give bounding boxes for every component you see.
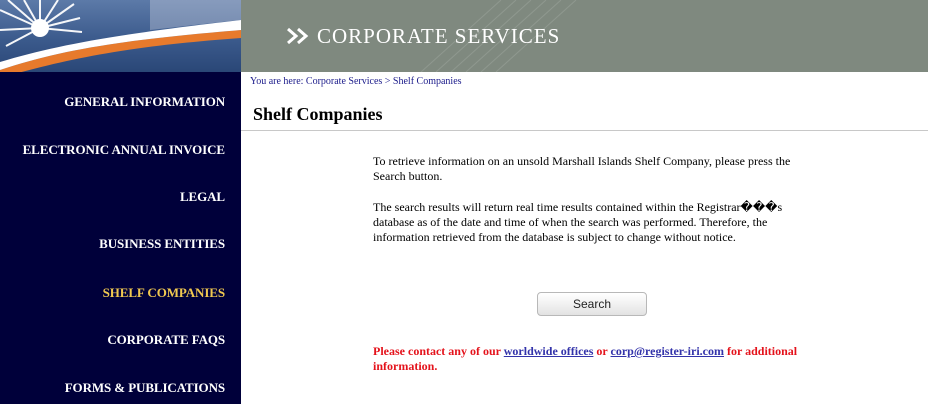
sidebar-item-shelf-companies[interactable]: SHELF COMPANIES xyxy=(103,285,225,301)
contact-notice: Please contact any of our worldwide offi… xyxy=(373,344,813,374)
sidebar-item-business-entities[interactable]: BUSINESS ENTITIES xyxy=(99,236,225,252)
sidebar-item-corporate-faqs[interactable]: CORPORATE FAQS xyxy=(107,332,225,348)
intro-paragraph: To retrieve information on an unsold Mar… xyxy=(373,154,791,183)
sidebar: GENERAL INFORMATION ELECTRONIC ANNUAL IN… xyxy=(0,0,241,404)
email-link[interactable]: corp@register-iri.com xyxy=(611,344,724,358)
page-title: Shelf Companies xyxy=(253,104,383,124)
sidebar-item-forms-publications[interactable]: FORMS & PUBLICATIONS xyxy=(65,380,225,396)
sidebar-item-general-information[interactable]: GENERAL INFORMATION xyxy=(64,94,225,110)
sidebar-item-legal[interactable]: LEGAL xyxy=(180,189,225,205)
contact-prefix: Please contact any of our xyxy=(373,344,504,358)
breadcrumb: You are here: Corporate Services > Shelf… xyxy=(250,76,462,87)
disclaimer-paragraph: The search results will return real time… xyxy=(373,200,783,244)
banner-title: CORPORATE SERVICES xyxy=(317,24,561,48)
worldwide-offices-link[interactable]: worldwide offices xyxy=(504,344,594,358)
double-chevron-right-icon xyxy=(287,27,309,45)
title-divider xyxy=(241,130,928,131)
sidebar-item-electronic-annual-invoice[interactable]: ELECTRONIC ANNUAL INVOICE xyxy=(23,142,225,158)
header-banner: CORPORATE SERVICES xyxy=(241,0,928,72)
contact-middle: or xyxy=(593,344,611,358)
flag-logo-icon[interactable] xyxy=(0,0,241,72)
search-button[interactable]: Search xyxy=(537,292,647,316)
